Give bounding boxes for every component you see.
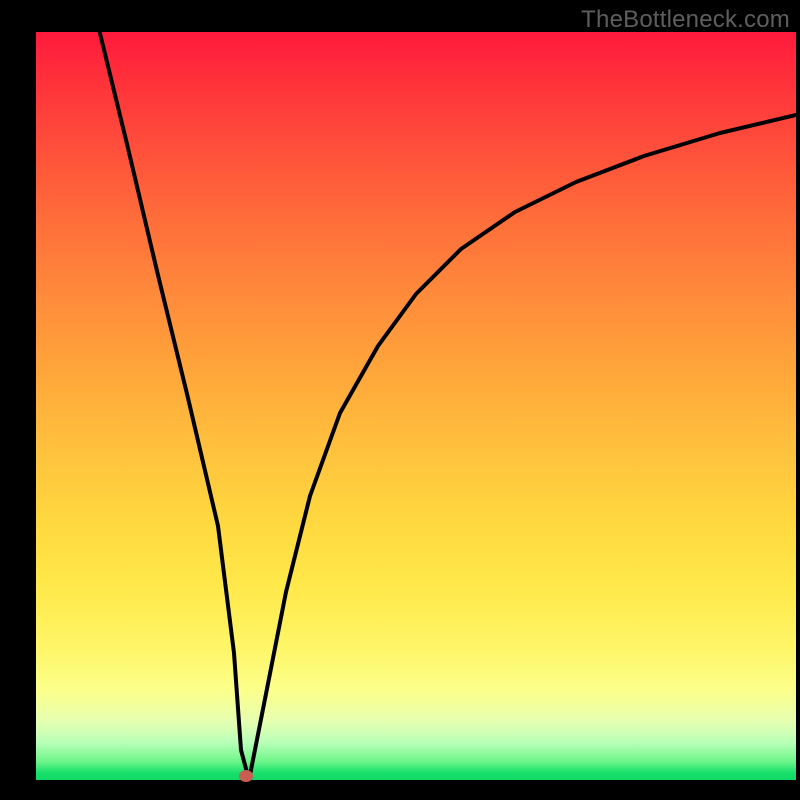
chart-frame: TheBottleneck.com: [0, 0, 800, 800]
watermark-text: TheBottleneck.com: [581, 6, 790, 34]
min-marker-icon: [239, 770, 253, 782]
plot-area: [36, 32, 796, 780]
bottleneck-curve: [96, 32, 796, 780]
curve-svg: [36, 32, 796, 780]
